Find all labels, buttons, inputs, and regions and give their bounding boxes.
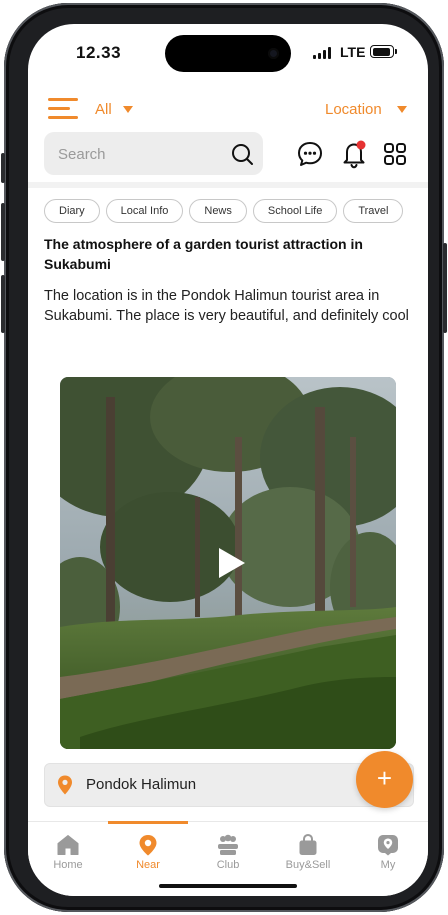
tab-near[interactable]: Near <box>108 834 188 874</box>
category-chip-diary[interactable]: Diary <box>44 199 100 223</box>
post-location-name: Pondok Halimun <box>86 776 197 793</box>
search-row <box>28 132 428 177</box>
post-title[interactable]: The atmosphere of a garden tourist attra… <box>44 234 412 274</box>
chat-icon[interactable] <box>296 140 324 168</box>
create-post-button[interactable]: + <box>356 751 413 808</box>
status-bar: 12.33 LTE <box>28 24 428 82</box>
tab-buy-sell[interactable]: Buy&Sell <box>268 834 348 874</box>
location-dropdown[interactable]: Location <box>325 101 382 118</box>
top-bar: All Location <box>28 92 428 128</box>
notification-bell-icon[interactable] <box>341 139 367 169</box>
filter-chevron-down-icon[interactable] <box>123 106 133 113</box>
category-chips: Diary Local Info News School Life Travel <box>44 199 428 223</box>
tab-my[interactable]: My <box>348 834 428 874</box>
tab-buy-sell-label: Buy&Sell <box>285 859 331 871</box>
play-icon[interactable] <box>218 547 246 579</box>
profile-icon <box>378 835 398 856</box>
front-camera <box>268 48 279 59</box>
app-screen: 12.33 LTE All Location Search Diary Loca… <box>28 24 428 896</box>
status-time: 12.33 <box>76 43 122 62</box>
post-body[interactable]: The location is in the Pondok Halimun to… <box>44 286 412 326</box>
active-tab-indicator <box>108 821 188 824</box>
category-chip-travel[interactable]: Travel <box>343 199 404 223</box>
search-icon[interactable] <box>230 142 254 166</box>
post-video[interactable] <box>60 377 396 749</box>
tab-club-label: Club <box>216 859 240 871</box>
location-pin-icon <box>58 775 72 795</box>
category-chip-school-life[interactable]: School Life <box>252 199 338 223</box>
phone-frame: 12.33 LTE All Location Search Diary Loca… <box>1 3 447 912</box>
apps-grid-icon[interactable] <box>383 142 407 166</box>
shopping-bag-icon <box>299 834 317 855</box>
volume-up-button <box>1 203 5 261</box>
tab-near-label: Near <box>136 859 160 871</box>
location-pin-icon <box>139 835 157 856</box>
tab-club[interactable]: Club <box>188 834 268 874</box>
home-indicator[interactable] <box>159 884 297 888</box>
tab-my-label: My <box>380 859 396 871</box>
category-chip-news[interactable]: News <box>189 199 247 223</box>
category-chip-local-info[interactable]: Local Info <box>105 199 184 223</box>
menu-icon[interactable] <box>48 98 80 120</box>
battery-icon <box>370 45 397 58</box>
volume-down-button <box>1 275 5 333</box>
home-icon <box>57 835 79 855</box>
mute-switch <box>1 153 5 183</box>
club-icon <box>218 834 238 855</box>
plus-icon: + <box>376 763 393 793</box>
filter-dropdown[interactable]: All <box>95 101 112 118</box>
power-button <box>443 243 447 333</box>
location-chevron-down-icon[interactable] <box>397 106 407 113</box>
search-bar[interactable] <box>44 132 263 177</box>
network-type: LTE <box>340 44 366 60</box>
section-divider <box>28 182 428 188</box>
signal-icon <box>313 47 333 59</box>
dynamic-island <box>165 35 291 72</box>
search-input[interactable] <box>56 132 220 177</box>
tab-home[interactable]: Home <box>28 834 108 874</box>
tab-home-label: Home <box>53 859 83 871</box>
